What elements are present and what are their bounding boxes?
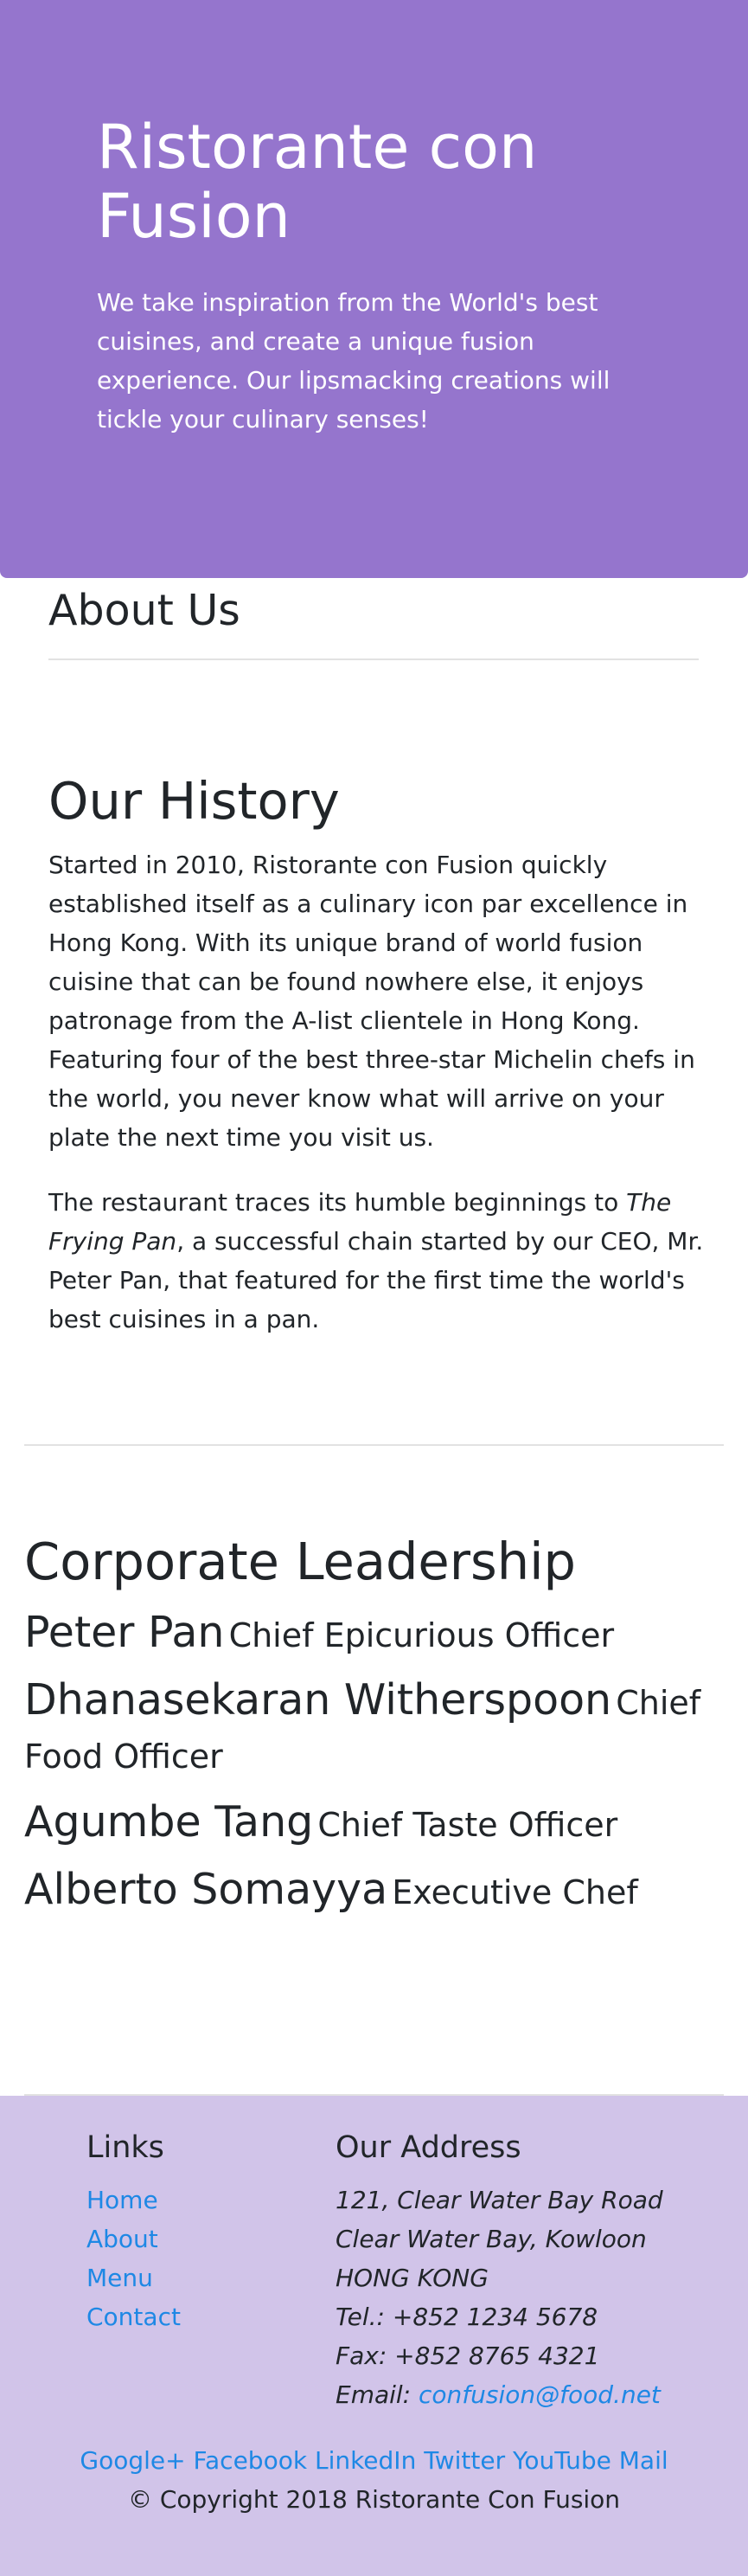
our-history-heading: Our History [48,771,340,831]
footer-links-list: Home About Menu Contact [86,2181,181,2336]
youtube-link[interactable]: YouTube [513,2446,611,2475]
corporate-leadership-heading: Corporate Leadership [24,1532,576,1591]
history-paragraph-1: Started in 2010, Ristorante con Fusion q… [48,851,695,1152]
divider [24,1444,724,1446]
restaurant-title: Ristorante con Fusion [97,112,538,252]
address-block: 121, Clear Water Bay Road Clear Water Ba… [336,2181,663,2414]
history-paragraph-2-prefix: The restaurant traces its humble beginni… [48,1188,627,1217]
leader-name: Dhanasekaran Witherspoon [24,1675,612,1725]
leader-name: Alberto Somayya [24,1865,388,1914]
divider [48,658,699,660]
our-address-heading: Our Address [336,2130,521,2165]
leader-name: Peter Pan [24,1608,225,1657]
footer-link-item: About [86,2219,181,2258]
google-plus-link[interactable]: Google+ [80,2446,185,2475]
footer-link-item: Home [86,2181,181,2219]
telephone-line: Tel.: +852 1234 5678 [336,2303,598,2331]
email-label: Email: [336,2380,419,2409]
mail-link[interactable]: Mail [619,2446,668,2475]
leader-item: Dhanasekaran Witherspoon Chief Food Offi… [24,1673,725,1783]
footer-link-menu[interactable]: Menu [86,2264,153,2292]
footer-link-about[interactable]: About [86,2225,158,2253]
history-paragraph-2: The restaurant traces its humble beginni… [48,1183,706,1339]
facebook-link[interactable]: Facebook [193,2446,307,2475]
linkedin-link[interactable]: LinkedIn [315,2446,416,2475]
leader-role: Executive Chef [392,1873,638,1911]
email-line: Email: confusion@food.net [336,2375,663,2414]
about-us-heading: About Us [48,586,240,635]
restaurant-tagline: We take inspiration from the World's bes… [97,288,611,434]
copyright-text: © Copyright 2018 Ristorante Con Fusion [127,2485,621,2514]
email-link[interactable]: confusion@food.net [419,2380,661,2409]
social-links: Google+ Facebook LinkedIn Twitter YouTub… [0,2441,748,2480]
leader-item: Peter Pan Chief Epicurious Officer [24,1606,725,1662]
leader-item: Agumbe Tang Chief Taste Officer [24,1795,725,1852]
jumbotron: Ristorante con Fusion We take inspiratio… [0,0,748,578]
footer-link-home[interactable]: Home [86,2186,158,2214]
footer-link-item: Contact [86,2297,181,2336]
twitter-link[interactable]: Twitter [424,2446,505,2475]
links-heading: Links [86,2130,164,2165]
fax-line: Fax: +852 8765 4321 [336,2342,600,2370]
leader-name: Agumbe Tang [24,1797,314,1847]
address-line: HONG KONG [336,2264,489,2292]
leader-role: Chief Epicurious Officer [228,1616,615,1654]
leader-item: Alberto Somayya Executive Chef [24,1863,725,1919]
footer-link-item: Menu [86,2258,181,2297]
address-line: Clear Water Bay, Kowloon [336,2225,647,2253]
address-line: 121, Clear Water Bay Road [336,2186,663,2214]
footer-link-contact[interactable]: Contact [86,2303,181,2331]
leader-role: Chief Taste Officer [317,1806,618,1844]
